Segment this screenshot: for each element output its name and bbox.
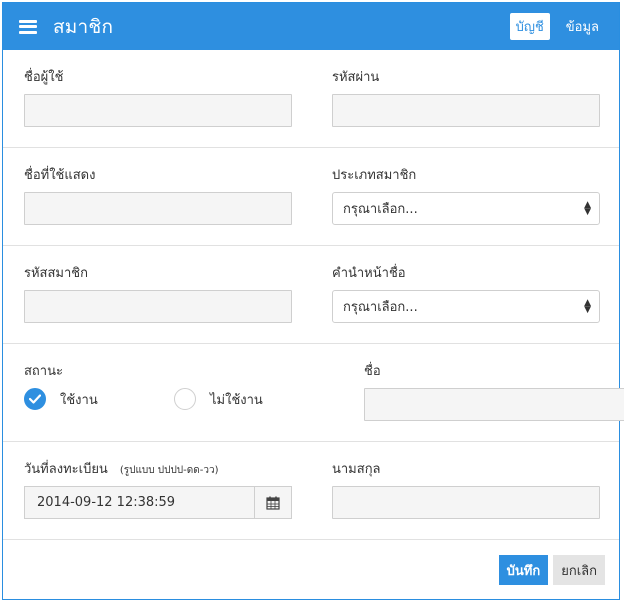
tab-info[interactable]: ข้อมูล	[560, 13, 605, 40]
prefix-select[interactable]: กรุณาเลือก... ▲ ▼	[332, 290, 600, 323]
calendar-icon	[266, 496, 280, 510]
register-date-input[interactable]: 2014-09-12 12:38:59	[24, 486, 254, 519]
member-type-label: ประเภทสมาชิก	[332, 168, 417, 183]
status-label: สถานะ	[24, 364, 63, 379]
status-active-radio[interactable]: ใช้งาน	[24, 388, 174, 410]
member-type-selected: กรุณาเลือก...	[343, 202, 418, 217]
form-footer: บันทึก ยกเลิก	[3, 540, 619, 585]
password-input[interactable]	[332, 94, 600, 127]
select-arrows-icon: ▲ ▼	[584, 297, 591, 315]
member-code-input[interactable]	[24, 290, 292, 323]
register-date-label: วันที่ลงทะเบียน	[24, 462, 108, 477]
save-button[interactable]: บันทึก	[498, 555, 549, 585]
form-row-4: สถานะ ใช้งาน ไม่ใช้งาน ชื่อ	[3, 344, 624, 442]
radio-checked-icon	[24, 388, 46, 410]
last-name-label: นามสกุล	[332, 462, 381, 477]
form-row-5: วันที่ลงทะเบียน (รูปแบบ ปปปป-ดด-วว) 2014-…	[3, 442, 619, 540]
page-title: สมาชิก	[53, 15, 114, 38]
status-active-label: ใช้งาน	[60, 392, 98, 408]
cancel-button[interactable]: ยกเลิก	[553, 555, 605, 585]
register-date-field: 2014-09-12 12:38:59	[24, 486, 292, 519]
header-bar: สมาชิก บัญชี ข้อมูล	[3, 3, 619, 50]
member-type-select[interactable]: กรุณาเลือก... ▲ ▼	[332, 192, 600, 225]
status-inactive-radio[interactable]: ไม่ใช้งาน	[174, 388, 324, 410]
form-row-2: ชื่อที่ใช้แสดง ประเภทสมาชิก กรุณาเลือก..…	[3, 148, 619, 246]
prefix-label: คำนำหน้าชื่อ	[332, 266, 406, 281]
hamburger-menu-icon[interactable]	[19, 19, 37, 34]
tab-account[interactable]: บัญชี	[509, 13, 550, 40]
member-dialog: สมาชิก บัญชี ข้อมูล ชื่อผู้ใช้ รหัสผ่าน …	[2, 2, 624, 600]
display-name-label: ชื่อที่ใช้แสดง	[24, 168, 96, 183]
form-row-3: รหัสสมาชิก คำนำหน้าชื่อ กรุณาเลือก... ▲ ▼	[3, 246, 619, 344]
last-name-input[interactable]	[332, 486, 600, 519]
member-code-label: รหัสสมาชิก	[24, 266, 88, 281]
status-inactive-label: ไม่ใช้งาน	[210, 392, 263, 408]
first-name-label: ชื่อ	[364, 364, 381, 379]
date-format-hint: (รูปแบบ ปปปป-ดด-วว)	[119, 465, 219, 476]
username-input[interactable]	[24, 94, 292, 127]
calendar-button[interactable]	[254, 486, 292, 519]
register-date-label-row: วันที่ลงทะเบียน (รูปแบบ ปปปป-ดด-วว)	[24, 460, 292, 482]
radio-unchecked-icon	[174, 388, 196, 410]
first-name-input[interactable]	[364, 388, 624, 421]
status-radio-group: ใช้งาน ไม่ใช้งาน	[24, 388, 324, 410]
password-label: รหัสผ่าน	[332, 70, 380, 85]
prefix-selected: กรุณาเลือก...	[343, 300, 418, 315]
select-arrows-icon: ▲ ▼	[584, 199, 591, 217]
username-label: ชื่อผู้ใช้	[24, 70, 64, 85]
form-row-1: ชื่อผู้ใช้ รหัสผ่าน	[3, 50, 619, 148]
display-name-input[interactable]	[24, 192, 292, 225]
